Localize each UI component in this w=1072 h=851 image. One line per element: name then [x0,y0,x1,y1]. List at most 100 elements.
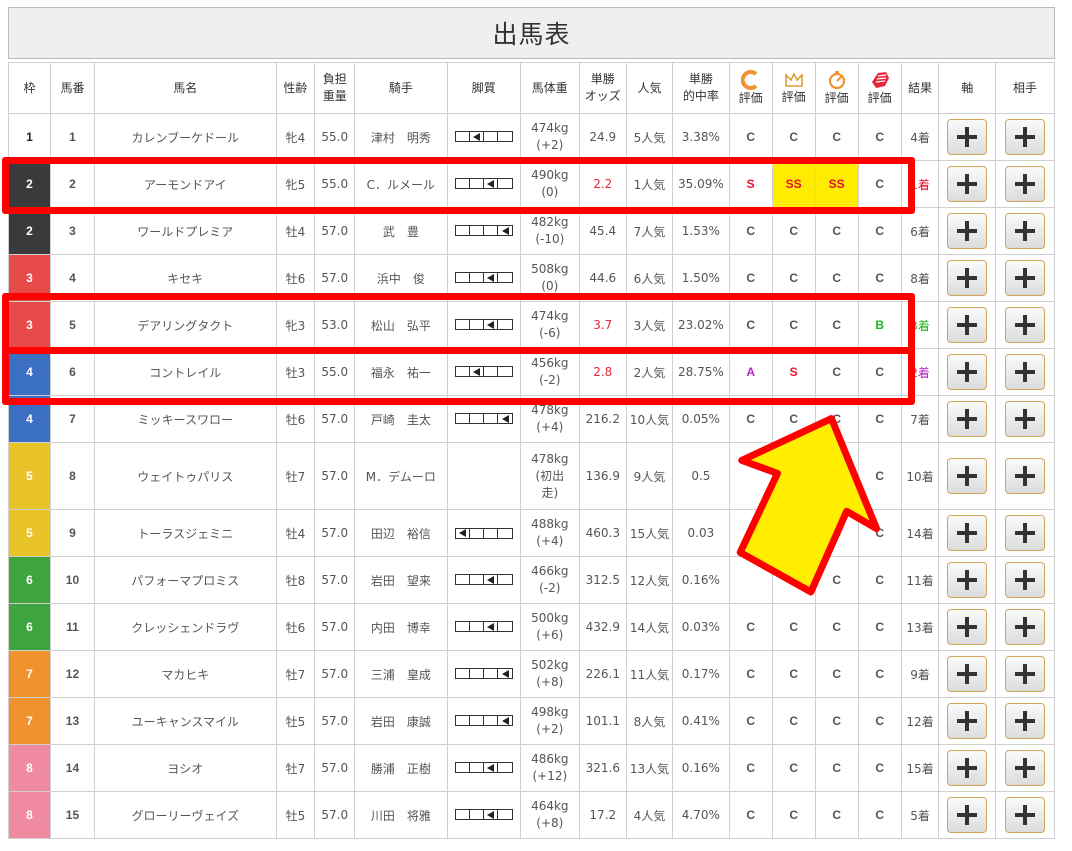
header-eval-crown: 評価 [771,62,816,114]
popularity: 15人気 [625,509,674,557]
add-axis-button[interactable] [947,213,988,249]
add-axis-button[interactable] [947,119,988,155]
axis-cell [938,791,997,839]
running-style-gauge [454,131,513,142]
add-axis-button[interactable] [947,166,988,202]
add-axis-button[interactable] [947,562,988,598]
add-partner-button[interactable] [1005,515,1046,551]
eval-crown: C [771,744,816,792]
sex-age: 牝4 [275,113,316,161]
add-partner-button[interactable] [1005,401,1046,437]
add-partner-button[interactable] [1005,260,1046,296]
plus-icon [957,409,978,429]
add-axis-button[interactable] [947,656,988,692]
add-axis-button[interactable] [947,260,988,296]
add-partner-button[interactable] [1005,354,1046,390]
plus-icon [957,268,978,288]
partner-cell [995,207,1055,255]
win-hit-rate: 0.03% [672,603,730,651]
horse-weight: 502kg (+8) [519,650,580,698]
burden-weight: 57.0 [314,207,356,255]
table-row: 3 5 デアリングタクト 牝3 53.0 松山 弘平 474kg (-6) 3.7 3人気 23.0… [8,301,1055,349]
horse-name: マカヒキ [94,650,277,698]
add-partner-button[interactable] [1005,166,1046,202]
add-axis-button[interactable] [947,401,988,437]
table-row: 6 10 パフォーマプロミス 牡8 57.0 岩田 望来 466kg (-2) 312.5 12人… [8,556,1055,604]
eval-crown: C [771,603,816,651]
waku-cell: 2 [8,160,51,208]
partner-cell [995,442,1055,510]
running-style-gauge [454,715,513,726]
add-partner-button[interactable] [1005,609,1046,645]
horse-weight: 498kg (+2) [519,697,580,745]
popularity: 1人気 [625,160,674,208]
add-axis-button[interactable] [947,354,988,390]
umaban-cell: 6 [49,348,96,396]
horse-weight: 482kg (-10) [519,207,580,255]
umaban-cell: 12 [49,650,96,698]
plus-icon [1015,409,1036,429]
win-hit-rate: 0.05% [672,395,730,443]
plus-icon [1015,466,1036,486]
plus-icon [957,221,978,241]
eval-c: A [728,348,773,396]
win-hit-rate: 1.50% [672,254,730,302]
waku-cell: 3 [8,301,51,349]
horse-name: カレンブーケドール [94,113,277,161]
add-axis-button[interactable] [947,797,988,833]
add-partner-button[interactable] [1005,750,1046,786]
add-partner-button[interactable] [1005,213,1046,249]
jockey-name: 福永 祐一 [354,348,448,396]
eval-c: C [728,650,773,698]
add-partner-button[interactable] [1005,656,1046,692]
horse-weight-value: 508kg [531,262,569,276]
horse-name: ミッキースワロー [94,395,277,443]
plus-icon [957,362,978,382]
add-partner-button[interactable] [1005,703,1046,739]
header-weight: 馬体重 [519,62,580,114]
add-partner-button[interactable] [1005,562,1046,598]
add-axis-button[interactable] [947,609,988,645]
plus-icon [1015,570,1036,590]
horse-weight-value: 488kg [531,517,569,531]
eval-fist: C [857,160,902,208]
waku-cell: 7 [8,697,51,745]
sex-age: 牝5 [275,160,316,208]
eval-fist: C [857,697,902,745]
running-style-cell [446,744,521,792]
eval-fist: C [857,442,902,510]
add-axis-button[interactable] [947,750,988,786]
plus-icon [1015,221,1036,241]
page-title: 出馬表 [8,7,1055,59]
header-umaban: 馬番 [49,62,96,114]
popularity: 12人気 [625,556,674,604]
axis-cell [938,603,997,651]
win-hit-rate: 1.53% [672,207,730,255]
table-row: 6 11 クレッシェンドラヴ 牡6 57.0 内田 博幸 500kg (+6) 432.9 14人… [8,603,1055,651]
add-partner-button[interactable] [1005,797,1046,833]
eval-crown: C [771,113,816,161]
plus-icon [957,711,978,731]
eval-c [728,442,773,510]
add-axis-button[interactable] [947,458,988,494]
jockey-name: 田辺 裕信 [354,509,448,557]
running-style-cell [446,509,521,557]
sex-age: 牝3 [275,301,316,349]
add-partner-button[interactable] [1005,307,1046,343]
add-axis-button[interactable] [947,703,988,739]
header-futan: 負担 重量 [314,62,356,114]
horse-weight: 500kg (+6) [519,603,580,651]
eval-fist: C [857,650,902,698]
add-partner-button[interactable] [1005,458,1046,494]
popularity: 13人気 [625,744,674,792]
add-partner-button[interactable] [1005,119,1046,155]
axis-cell [938,207,997,255]
header-axis: 軸 [938,62,997,114]
horse-weight-diff: (+8) [536,675,564,689]
add-axis-button[interactable] [947,307,988,343]
win-hit-rate: 0.03 [672,509,730,557]
horse-weight-value: 478kg [531,403,569,417]
sex-age: 牡6 [275,254,316,302]
add-axis-button[interactable] [947,515,988,551]
plus-icon [1015,127,1036,147]
